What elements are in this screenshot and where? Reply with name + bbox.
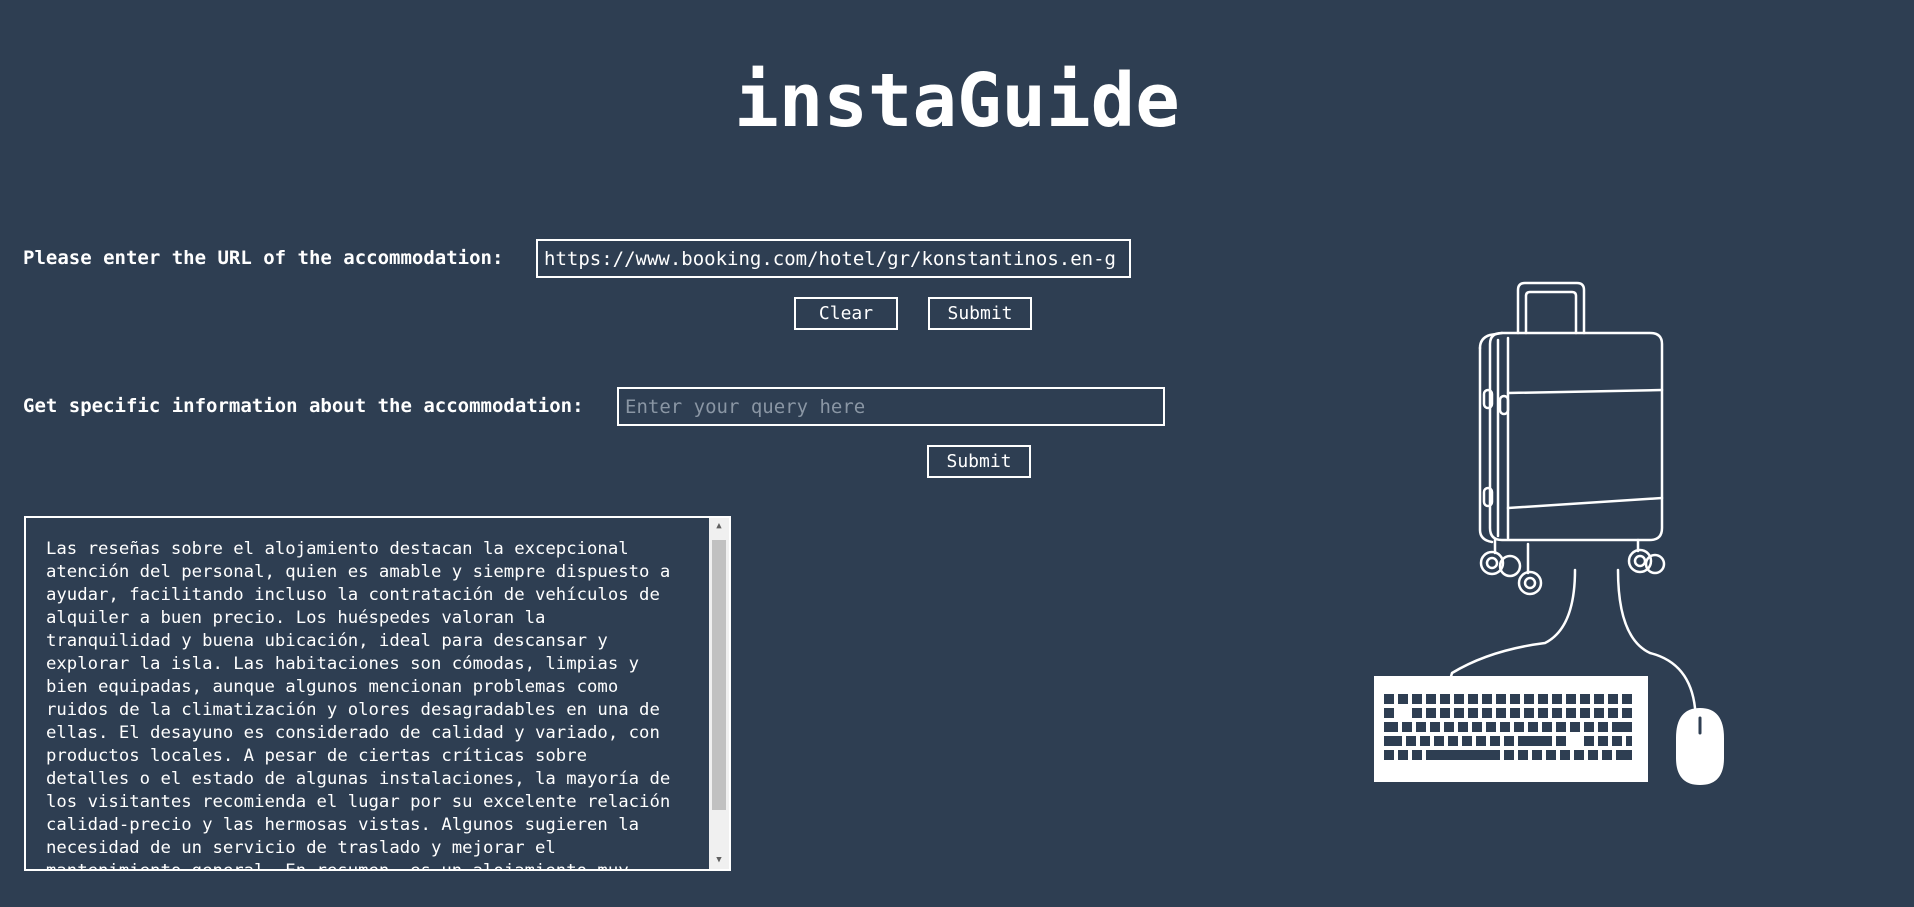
app-title: instaGuide	[734, 58, 1180, 144]
result-scrollbar[interactable]: ▲ ▼	[709, 518, 729, 869]
submit-query-button[interactable]: Submit	[927, 445, 1031, 478]
result-textarea[interactable]: Las reseñas sobre el alojamiento destaca…	[24, 516, 731, 871]
suitcase-band-top	[1506, 388, 1664, 395]
url-label: Please enter the URL of the accommodatio…	[23, 247, 504, 269]
suitcase-band-bottom	[1506, 496, 1664, 510]
scroll-thumb[interactable]	[712, 540, 726, 810]
latch-left-low	[1482, 486, 1494, 508]
suitcase-body	[1488, 331, 1664, 542]
result-text: Las reseñas sobre el alojamiento destaca…	[46, 539, 671, 871]
submit-url-button[interactable]: Submit	[928, 297, 1032, 330]
scroll-up-icon[interactable]: ▲	[709, 518, 729, 535]
clear-button[interactable]: Clear	[794, 297, 898, 330]
query-input[interactable]	[617, 387, 1165, 426]
keyboard-icon	[1374, 676, 1648, 782]
url-input[interactable]	[536, 239, 1131, 278]
page: instaGuide Please enter the URL of the a…	[0, 0, 1914, 907]
latch-left	[1482, 388, 1494, 410]
wheel-2	[1517, 570, 1543, 596]
latch-right	[1498, 394, 1510, 416]
suitcase-handle	[1516, 281, 1586, 335]
suitcase-handle-inner	[1524, 290, 1578, 335]
keyboard-cable	[1448, 568, 1577, 682]
query-label: Get specific information about the accom…	[23, 395, 584, 417]
scroll-down-icon[interactable]: ▼	[709, 852, 729, 869]
mouse-icon	[1676, 708, 1724, 785]
suitcase-keyboard-mouse-illustration-icon	[1374, 281, 1724, 785]
